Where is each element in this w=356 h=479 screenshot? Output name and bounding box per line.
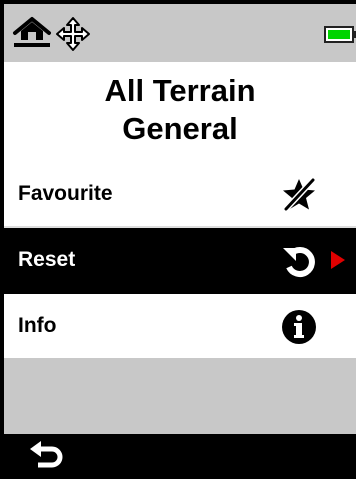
menu-item-info[interactable]: Info bbox=[4, 294, 356, 360]
battery-level bbox=[328, 30, 350, 39]
menu-item-label: Info bbox=[18, 314, 57, 337]
reset-icon bbox=[280, 242, 318, 285]
menu-item-favourite[interactable]: Favourite bbox=[4, 162, 356, 228]
back-icon[interactable] bbox=[26, 440, 66, 474]
arrow-right-icon bbox=[330, 250, 346, 275]
all-terrain-mode-icon bbox=[12, 16, 52, 55]
menu-item-label: Favourite bbox=[18, 182, 113, 205]
battery-icon bbox=[324, 26, 356, 43]
screen: All Terrain General Favourite Reset Info bbox=[4, 4, 356, 479]
menu-item-label: Reset bbox=[18, 248, 76, 271]
info-icon bbox=[280, 308, 318, 351]
page-title: All Terrain General bbox=[4, 62, 356, 162]
favourite-off-icon bbox=[280, 176, 318, 219]
pan-icon bbox=[55, 16, 91, 57]
status-bar bbox=[4, 4, 356, 62]
page-title-line-2: General bbox=[122, 111, 238, 146]
page-title-line-1: All Terrain bbox=[104, 73, 256, 108]
empty-menu-area bbox=[4, 358, 356, 434]
bottom-bar bbox=[4, 434, 356, 479]
menu-item-reset[interactable]: Reset bbox=[4, 228, 356, 294]
